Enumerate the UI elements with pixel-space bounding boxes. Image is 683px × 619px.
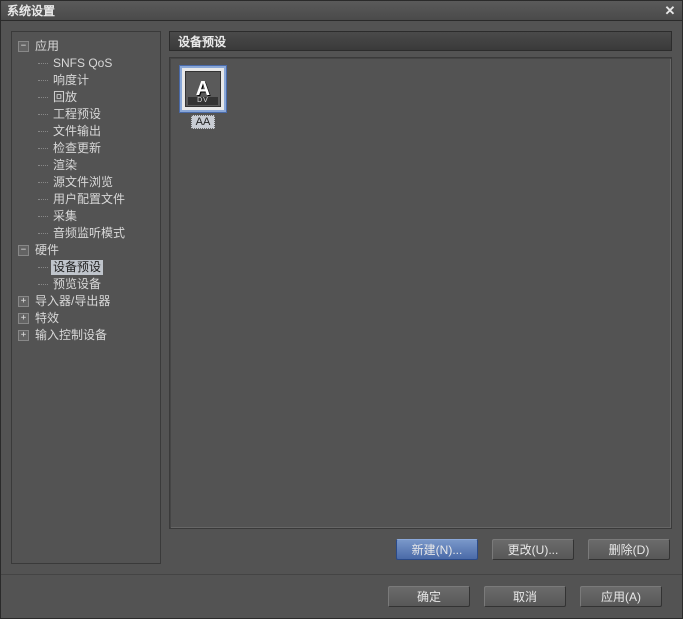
tree-leaf[interactable]: 源文件浏览 [16,174,156,191]
content-title: 设备预设 [178,33,226,50]
titlebar: 系统设置 ✕ [1,1,682,21]
collapse-icon[interactable]: − [18,41,29,52]
tree-leaf[interactable]: 文件输出 [16,123,156,140]
tree-leaf[interactable]: 工程预设 [16,106,156,123]
tree-leaf[interactable]: 设备预设 [16,259,156,276]
system-settings-window: 系统设置 ✕ − 应用 SNFS QoS响度计回放工程预设文件输出检查更新渲染源… [0,0,683,619]
expand-icon[interactable]: + [18,330,29,341]
tree-leaf[interactable]: 音频监听模式 [16,225,156,242]
expand-icon[interactable]: + [18,313,29,324]
tree-leaf[interactable]: 采集 [16,208,156,225]
content-header: 设备预设 [169,31,672,51]
ok-button[interactable]: 确定 [388,586,470,607]
preset-icon-sub: DV [188,97,218,105]
footer: 确定 取消 应用(A) [1,574,682,618]
tree-leaf[interactable]: 响度计 [16,72,156,89]
main-area: − 应用 SNFS QoS响度计回放工程预设文件输出检查更新渲染源文件浏览用户配… [1,21,682,574]
cancel-button[interactable]: 取消 [484,586,566,607]
content-inner: A DV AA 新建(N)... 更改(U)... 删除(D) [169,57,672,564]
content-panel: 设备预设 A DV AA [169,31,672,564]
content-buttons: 新建(N)... 更改(U)... 删除(D) [169,529,672,564]
tree-leaf[interactable]: 用户配置文件 [16,191,156,208]
body-area: − 应用 SNFS QoS响度计回放工程预设文件输出检查更新渲染源文件浏览用户配… [1,21,682,618]
tree-node-app[interactable]: − 应用 [16,38,156,55]
close-icon[interactable]: ✕ [662,4,678,18]
tree-node-hardware[interactable]: − 硬件 [16,242,156,259]
preset-icon-letter: A [196,79,210,99]
tree-leaf[interactable]: 预览设备 [16,276,156,293]
tree-leaf[interactable]: 检查更新 [16,140,156,157]
tree-node-input[interactable]: + 输入控制设备 [16,327,156,344]
preset-label: AA [191,115,216,129]
tree-node-fx[interactable]: + 特效 [16,310,156,327]
expand-icon[interactable]: + [18,296,29,307]
delete-button[interactable]: 删除(D) [588,539,670,560]
preset-icon: A DV [180,66,226,112]
change-button[interactable]: 更改(U)... [492,539,574,560]
tree-node-importer[interactable]: + 导入器/导出器 [16,293,156,310]
tree-leaf[interactable]: 回放 [16,89,156,106]
tree-leaf[interactable]: SNFS QoS [16,55,156,72]
apply-button[interactable]: 应用(A) [580,586,662,607]
tree-panel: − 应用 SNFS QoS响度计回放工程预设文件输出检查更新渲染源文件浏览用户配… [11,31,161,564]
preset-grid[interactable]: A DV AA [169,57,672,529]
new-button[interactable]: 新建(N)... [396,539,478,560]
collapse-icon[interactable]: − [18,245,29,256]
preset-item[interactable]: A DV AA [178,66,228,129]
tree-leaf[interactable]: 渲染 [16,157,156,174]
window-title: 系统设置 [7,2,55,19]
